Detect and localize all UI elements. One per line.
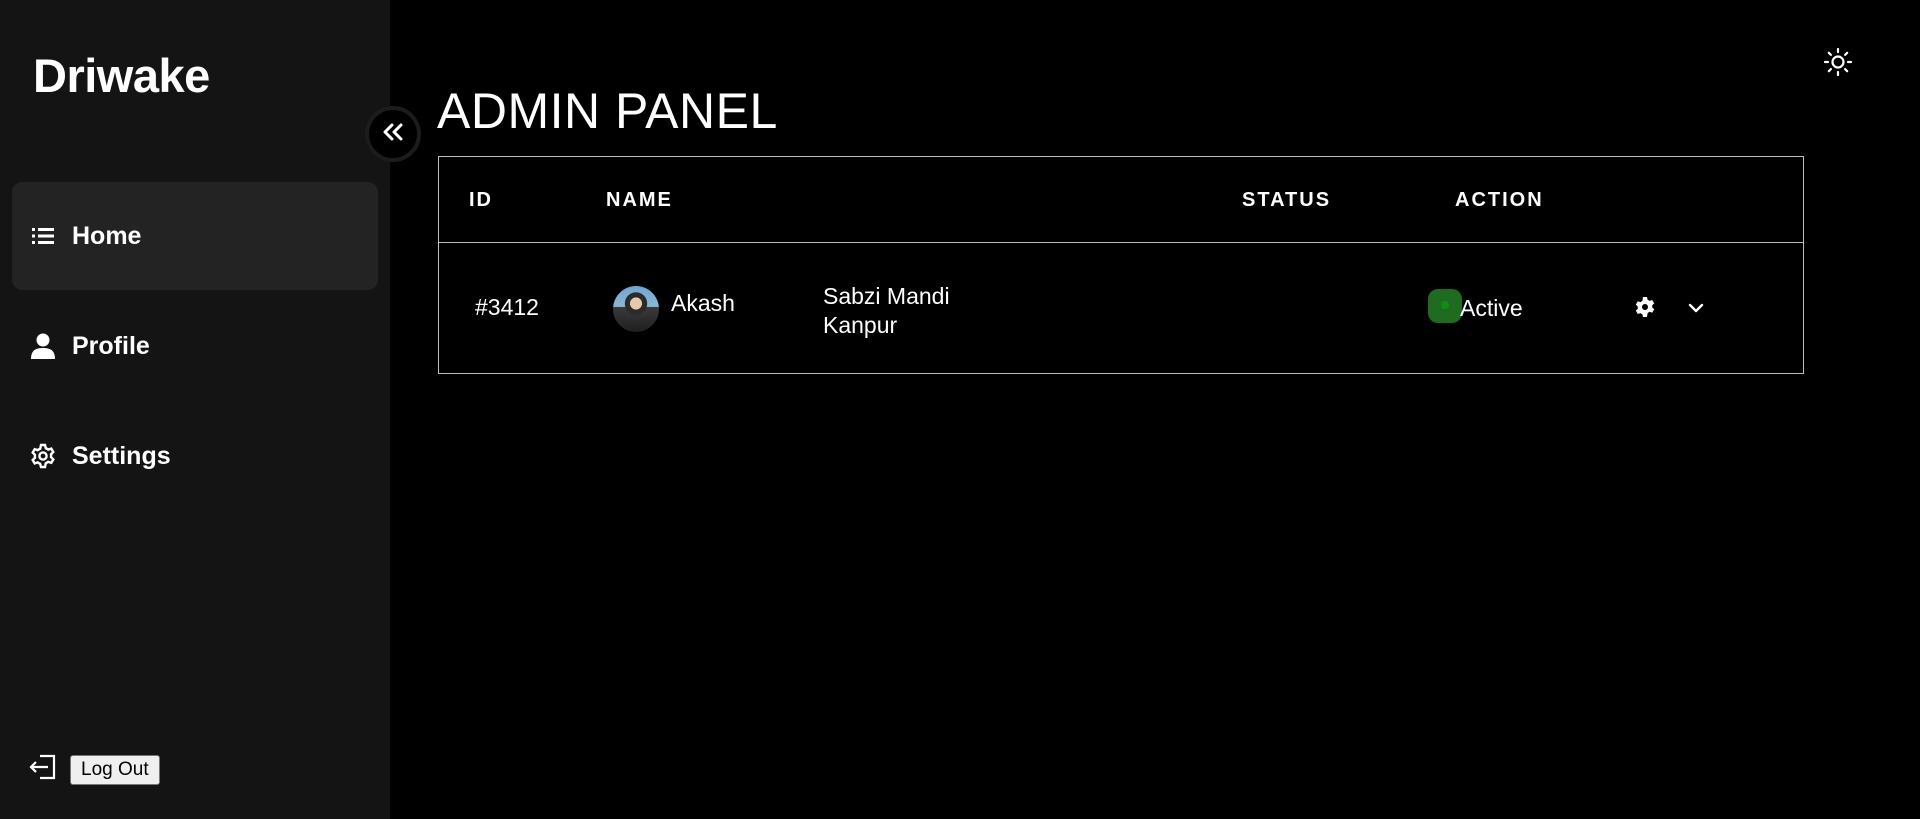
gear-icon (30, 443, 56, 469)
sun-icon (1823, 47, 1853, 82)
row-name: Akash (671, 290, 735, 316)
column-header-id[interactable]: ID (469, 189, 493, 212)
page-title: ADMIN PANEL (437, 83, 778, 139)
address-line-1: Sabzi Mandi (823, 283, 950, 309)
users-table: ID NAME STATUS ACTION #3412 Akash Sabzi … (438, 156, 1804, 374)
column-header-action[interactable]: ACTION (1455, 189, 1544, 212)
avatar (613, 286, 659, 332)
column-header-status[interactable]: STATUS (1242, 189, 1331, 212)
row-settings-button[interactable] (1633, 296, 1657, 323)
chevron-down-icon (1687, 301, 1705, 319)
address-line-2: Kanpur (823, 312, 898, 338)
sidebar-item-label: Settings (72, 441, 171, 470)
table-row: #3412 Akash Sabzi Mandi Kanpur Active (439, 244, 1803, 374)
list-icon (30, 223, 56, 249)
user-icon (30, 333, 56, 359)
sidebar-item-label: Home (72, 221, 142, 250)
sidebar-item-profile[interactable]: Profile (12, 292, 378, 400)
gear-icon (1634, 296, 1656, 323)
sidebar-item-home[interactable]: Home (12, 182, 378, 290)
logout-button[interactable]: Log Out (70, 754, 160, 785)
table-header: ID NAME STATUS ACTION (439, 157, 1803, 243)
status-badge: Active (1460, 295, 1523, 321)
row-id: #3412 (475, 294, 539, 320)
double-chevron-left-icon (382, 122, 404, 147)
row-address: Sabzi Mandi Kanpur (823, 282, 950, 340)
app-root: Driwake Home Profile Settings Log Out AD… (0, 0, 1920, 819)
logout-icon[interactable] (28, 754, 56, 785)
sidebar-item-label: Profile (72, 331, 150, 360)
theme-toggle-button[interactable] (1822, 47, 1854, 82)
collapse-sidebar-button[interactable] (365, 106, 421, 162)
sidebar: Driwake Home Profile Settings Log Out (0, 0, 390, 819)
sidebar-item-settings[interactable]: Settings (12, 402, 378, 510)
row-expand-button[interactable] (1685, 299, 1707, 321)
brand-logo: Driwake (33, 49, 210, 102)
status-indicator (1428, 289, 1462, 323)
column-header-name[interactable]: NAME (606, 189, 673, 212)
logout-area: Log Out (28, 754, 160, 785)
